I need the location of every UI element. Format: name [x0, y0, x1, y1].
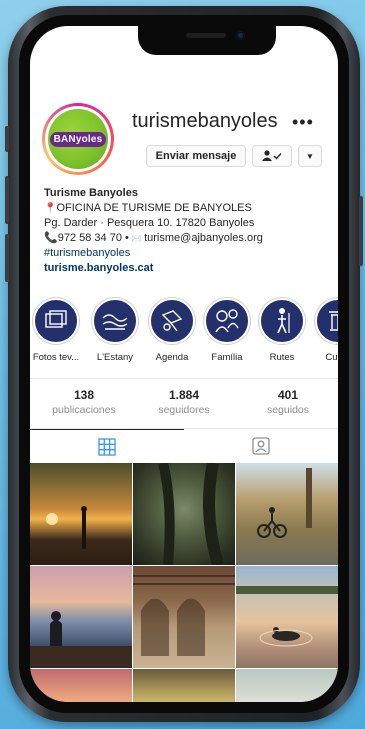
highlight-label: Agenda [155, 352, 189, 363]
tagged-person-icon [252, 437, 270, 455]
profile-bio: Turisme Banyoles 📍OFICINA DE TURISME DE … [44, 186, 334, 276]
highlight-estany[interactable]: L'Estany [85, 298, 145, 363]
followers-label: seguidores [158, 404, 210, 416]
highlight-rutes[interactable]: Rutes [252, 298, 312, 363]
post-misty-lake[interactable] [236, 669, 338, 702]
notch [138, 26, 276, 55]
post-image [236, 586, 338, 647]
following-button[interactable] [252, 145, 292, 167]
front-camera [236, 31, 245, 40]
post-stone-arches[interactable] [133, 566, 235, 668]
agenda-icon [161, 310, 183, 332]
highlight-label: Rutes [269, 352, 295, 363]
bio-hashtag[interactable]: #turismebanyoles [44, 246, 334, 261]
email-icon: ✉️ [131, 234, 145, 243]
post-sunset-person[interactable] [30, 463, 132, 565]
profile-tabs [30, 428, 338, 462]
profile-avatar[interactable]: BANyoles [42, 103, 114, 175]
hiker-icon [277, 308, 290, 334]
family-icon [215, 309, 239, 333]
volume-up-button [5, 176, 9, 224]
chevron-down-icon: ▼ [306, 151, 314, 161]
photos-icon [45, 310, 67, 328]
post-lake-sitting[interactable] [30, 566, 132, 668]
highlight-familia[interactable]: Família [197, 298, 257, 363]
post-sunset-sky[interactable] [30, 669, 132, 702]
power-button [359, 196, 363, 266]
highlight-agenda[interactable]: Agenda [142, 298, 202, 363]
phone-frame: BANyoles turismebanyoles ••• Enviar mens… [5, 6, 363, 722]
post-cyclist[interactable] [236, 463, 338, 565]
post-image [158, 463, 224, 565]
post-grid [30, 463, 338, 702]
tagged-tab[interactable] [184, 429, 338, 463]
post-cave-light[interactable] [133, 669, 235, 702]
grid-icon [98, 437, 116, 456]
post-image [30, 611, 132, 668]
lake-icon [102, 314, 128, 330]
speaker [186, 33, 226, 38]
instagram-profile-screen: BANyoles turismebanyoles ••• Enviar mens… [30, 26, 338, 702]
avatar-logo-text: BANyoles [49, 131, 107, 147]
post-duck-lake[interactable] [236, 566, 338, 668]
post-image [257, 468, 312, 538]
column-icon [329, 311, 338, 331]
phone-icon: 📞 [44, 232, 58, 244]
post-cave[interactable] [133, 463, 235, 565]
posts-count: 138 [73, 388, 95, 402]
bio-name: Turisme Banyoles [44, 187, 138, 199]
pin-icon: 📍 [44, 203, 57, 214]
bio-email[interactable]: turisme@ajbanyoles.org [144, 232, 263, 244]
bio-contact-line: 📞972 58 34 70 • ✉️ turisme@ajbanyoles.or… [44, 231, 334, 246]
highlight-label: L'Estany [96, 352, 134, 363]
mute-switch [5, 126, 9, 152]
posts-label: publicaciones [52, 404, 116, 416]
stat-posts[interactable]: 138 publicaciones [34, 388, 134, 416]
bio-office-line: 📍OFICINA DE TURISME DE BANYOLES [44, 201, 334, 216]
post-image [46, 506, 87, 549]
highlight-fotos[interactable]: Fotos tev... [30, 298, 86, 363]
following-label: seguidos [266, 404, 310, 416]
suggestions-dropdown-button[interactable]: ▼ [298, 145, 322, 167]
highlight-label: Família [211, 352, 243, 363]
grid-tab[interactable] [30, 429, 184, 463]
following-count: 401 [277, 388, 299, 402]
bio-separator: • [121, 232, 132, 244]
highlight-label: Cultur [325, 352, 338, 363]
followers-count: 1.884 [168, 388, 200, 402]
bio-website-link[interactable]: turisme.banyoles.cat [44, 261, 334, 276]
profile-username: turismebanyoles [132, 110, 278, 132]
send-message-button[interactable]: Enviar mensaje [146, 145, 246, 167]
stat-following[interactable]: 401 seguidos [238, 388, 338, 416]
bio-phone[interactable]: 972 58 34 70 [58, 232, 122, 244]
bio-address: Pg. Darder · Pesquera 10. 17820 Banyoles [44, 217, 255, 229]
highlight-label: Fotos tev... [32, 352, 80, 363]
stat-followers[interactable]: 1.884 seguidores [134, 388, 234, 416]
more-horizontal-icon[interactable]: ••• [292, 112, 314, 133]
post-image [133, 575, 235, 656]
story-highlights: Fotos tev... L'Estany Agenda Família Rut… [30, 298, 338, 368]
highlight-cultura[interactable]: Cultur [308, 298, 338, 363]
stats-divider [30, 378, 338, 379]
bio-office-text: OFICINA DE TURISME DE BANYOLES [56, 202, 252, 214]
volume-down-button [5, 234, 9, 282]
person-check-icon [262, 150, 282, 161]
